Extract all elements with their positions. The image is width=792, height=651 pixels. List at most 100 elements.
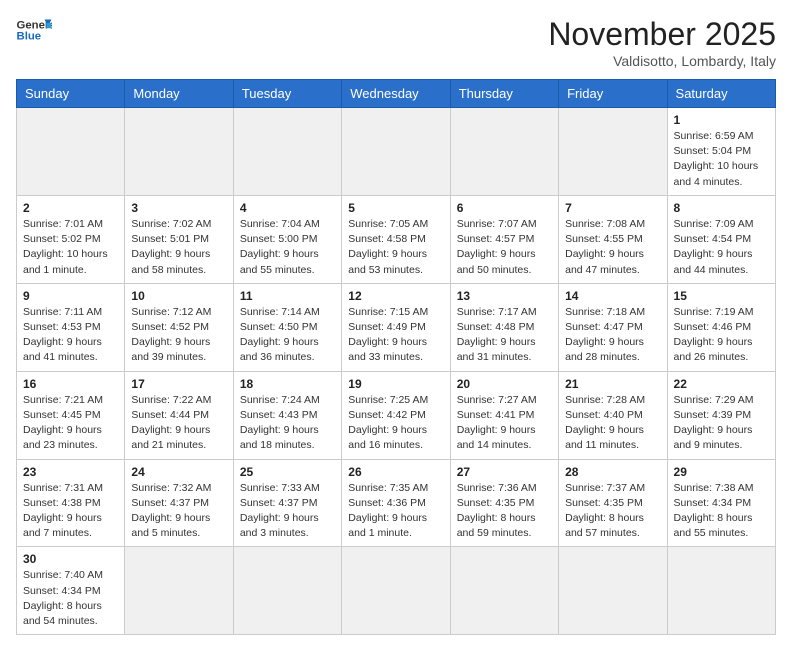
day-info: Sunrise: 7:36 AMSunset: 4:35 PMDaylight:…: [457, 481, 552, 542]
calendar-cell: 24 Sunrise: 7:32 AMSunset: 4:37 PMDayligh…: [125, 459, 233, 547]
day-info: Sunrise: 7:24 AMSunset: 4:43 PMDaylight:…: [240, 393, 335, 454]
calendar-cell: 26Sunrise: 7:35 AMSunset: 4:36 PMDayligh…: [342, 459, 450, 547]
calendar-cell: [450, 547, 558, 635]
day-number: 17: [131, 377, 226, 391]
day-number: 7: [565, 201, 660, 215]
day-number: 1: [674, 113, 769, 127]
day-number: 4: [240, 201, 335, 215]
day-info: Sunrise: 7:09 AMSunset: 4:54 PMDaylight:…: [674, 217, 769, 278]
col-header-friday: Friday: [559, 80, 667, 108]
calendar-cell: 25Sunrise: 7:33 AMSunset: 4:37 PMDayligh…: [233, 459, 341, 547]
day-number: 21: [565, 377, 660, 391]
svg-text:Blue: Blue: [17, 31, 42, 43]
day-number: 6: [457, 201, 552, 215]
calendar-cell: 27Sunrise: 7:36 AMSunset: 4:35 PMDayligh…: [450, 459, 558, 547]
calendar-cell: 14Sunrise: 7:18 AMSunset: 4:47 PMDayligh…: [559, 283, 667, 371]
day-number: 30: [23, 552, 118, 566]
calendar-week-row: 23 Sunrise: 7:31 AMSunset: 4:38 PMDayligh…: [17, 459, 776, 547]
calendar-cell: [559, 108, 667, 196]
day-number: 8: [674, 201, 769, 215]
day-info: Sunrise: 7:27 AMSunset: 4:41 PMDaylight:…: [457, 393, 552, 454]
day-number: 13: [457, 289, 552, 303]
calendar: SundayMondayTuesdayWednesdayThursdayFrid…: [16, 79, 776, 635]
calendar-cell: 10Sunrise: 7:12 AMSunset: 4:52 PMDayligh…: [125, 283, 233, 371]
day-number: 15: [674, 289, 769, 303]
calendar-cell: 1Sunrise: 6:59 AMSunset: 5:04 PMDaylight…: [667, 108, 775, 196]
title-area: November 2025 Valdisotto, Lombardy, Ital…: [548, 16, 776, 69]
calendar-week-row: 1Sunrise: 6:59 AMSunset: 5:04 PMDaylight…: [17, 108, 776, 196]
col-header-monday: Monday: [125, 80, 233, 108]
day-number: 26: [348, 465, 443, 479]
day-info: Sunrise: 7:11 AMSunset: 4:53 PMDaylight:…: [23, 305, 118, 366]
day-number: 12: [348, 289, 443, 303]
calendar-cell: 12 Sunrise: 7:15 AMSunset: 4:49 PMDayligh…: [342, 283, 450, 371]
calendar-week-row: 2Sunrise: 7:01 AMSunset: 5:02 PMDaylight…: [17, 195, 776, 283]
calendar-cell: 28Sunrise: 7:37 AMSunset: 4:35 PMDayligh…: [559, 459, 667, 547]
day-info: Sunrise: 7:17 AMSunset: 4:48 PMDaylight:…: [457, 305, 552, 366]
calendar-week-row: 30Sunrise: 7:40 AMSunset: 4:34 PMDayligh…: [17, 547, 776, 635]
calendar-cell: [233, 547, 341, 635]
calendar-cell: 4 Sunrise: 7:04 AMSunset: 5:00 PMDaylight…: [233, 195, 341, 283]
day-info: Sunrise: 7:31 AMSunset: 4:38 PMDaylight:…: [23, 481, 118, 542]
calendar-cell: [17, 108, 125, 196]
day-info: Sunrise: 7:19 AMSunset: 4:46 PMDaylight:…: [674, 305, 769, 366]
calendar-cell: 20 Sunrise: 7:27 AMSunset: 4:41 PMDayligh…: [450, 371, 558, 459]
day-number: 24: [131, 465, 226, 479]
month-title: November 2025: [548, 16, 776, 53]
logo-icon: General Blue: [16, 16, 52, 44]
day-info: Sunrise: 7:15 AMSunset: 4:49 PMDaylight:…: [348, 305, 443, 366]
day-info: Sunrise: 7:28 AMSunset: 4:40 PMDaylight:…: [565, 393, 660, 454]
calendar-header-row: SundayMondayTuesdayWednesdayThursdayFrid…: [17, 80, 776, 108]
location: Valdisotto, Lombardy, Italy: [548, 53, 776, 69]
calendar-cell: [559, 547, 667, 635]
calendar-cell: 15 Sunrise: 7:19 AMSunset: 4:46 PMDayligh…: [667, 283, 775, 371]
day-info: Sunrise: 7:38 AMSunset: 4:34 PMDaylight:…: [674, 481, 769, 542]
day-number: 16: [23, 377, 118, 391]
calendar-cell: 6 Sunrise: 7:07 AMSunset: 4:57 PMDaylight…: [450, 195, 558, 283]
header: General Blue November 2025 Valdisotto, L…: [16, 16, 776, 69]
day-info: Sunrise: 7:32 AMSunset: 4:37 PMDaylight:…: [131, 481, 226, 542]
day-number: 20: [457, 377, 552, 391]
calendar-cell: [667, 547, 775, 635]
calendar-cell: 29Sunrise: 7:38 AMSunset: 4:34 PMDayligh…: [667, 459, 775, 547]
day-number: 19: [348, 377, 443, 391]
day-info: Sunrise: 7:21 AMSunset: 4:45 PMDaylight:…: [23, 393, 118, 454]
day-number: 9: [23, 289, 118, 303]
calendar-cell: 9 Sunrise: 7:11 AMSunset: 4:53 PMDaylight…: [17, 283, 125, 371]
day-number: 10: [131, 289, 226, 303]
calendar-cell: 19 Sunrise: 7:25 AMSunset: 4:42 PMDayligh…: [342, 371, 450, 459]
col-header-wednesday: Wednesday: [342, 80, 450, 108]
day-number: 18: [240, 377, 335, 391]
day-number: 5: [348, 201, 443, 215]
day-info: Sunrise: 7:02 AMSunset: 5:01 PMDaylight:…: [131, 217, 226, 278]
calendar-cell: 11Sunrise: 7:14 AMSunset: 4:50 PMDayligh…: [233, 283, 341, 371]
calendar-cell: [125, 108, 233, 196]
day-info: Sunrise: 7:25 AMSunset: 4:42 PMDaylight:…: [348, 393, 443, 454]
calendar-week-row: 16 Sunrise: 7:21 AMSunset: 4:45 PMDayligh…: [17, 371, 776, 459]
calendar-week-row: 9 Sunrise: 7:11 AMSunset: 4:53 PMDaylight…: [17, 283, 776, 371]
day-number: 11: [240, 289, 335, 303]
calendar-cell: 21 Sunrise: 7:28 AMSunset: 4:40 PMDayligh…: [559, 371, 667, 459]
calendar-cell: 7 Sunrise: 7:08 AMSunset: 4:55 PMDaylight…: [559, 195, 667, 283]
calendar-cell: [342, 547, 450, 635]
calendar-cell: 2Sunrise: 7:01 AMSunset: 5:02 PMDaylight…: [17, 195, 125, 283]
calendar-cell: 22Sunrise: 7:29 AMSunset: 4:39 PMDayligh…: [667, 371, 775, 459]
calendar-cell: 5 Sunrise: 7:05 AMSunset: 4:58 PMDaylight…: [342, 195, 450, 283]
day-number: 3: [131, 201, 226, 215]
day-info: Sunrise: 7:07 AMSunset: 4:57 PMDaylight:…: [457, 217, 552, 278]
calendar-cell: 23 Sunrise: 7:31 AMSunset: 4:38 PMDayligh…: [17, 459, 125, 547]
calendar-cell: 17 Sunrise: 7:22 AMSunset: 4:44 PMDayligh…: [125, 371, 233, 459]
calendar-cell: 3 Sunrise: 7:02 AMSunset: 5:01 PMDaylight…: [125, 195, 233, 283]
day-info: Sunrise: 7:22 AMSunset: 4:44 PMDaylight:…: [131, 393, 226, 454]
day-info: Sunrise: 7:04 AMSunset: 5:00 PMDaylight:…: [240, 217, 335, 278]
day-number: 23: [23, 465, 118, 479]
calendar-cell: [233, 108, 341, 196]
calendar-cell: [450, 108, 558, 196]
day-info: Sunrise: 7:08 AMSunset: 4:55 PMDaylight:…: [565, 217, 660, 278]
calendar-cell: 13 Sunrise: 7:17 AMSunset: 4:48 PMDayligh…: [450, 283, 558, 371]
day-info: Sunrise: 7:18 AMSunset: 4:47 PMDaylight:…: [565, 305, 660, 366]
day-info: Sunrise: 7:01 AMSunset: 5:02 PMDaylight:…: [23, 217, 118, 278]
day-info: Sunrise: 7:05 AMSunset: 4:58 PMDaylight:…: [348, 217, 443, 278]
calendar-cell: [342, 108, 450, 196]
day-number: 22: [674, 377, 769, 391]
